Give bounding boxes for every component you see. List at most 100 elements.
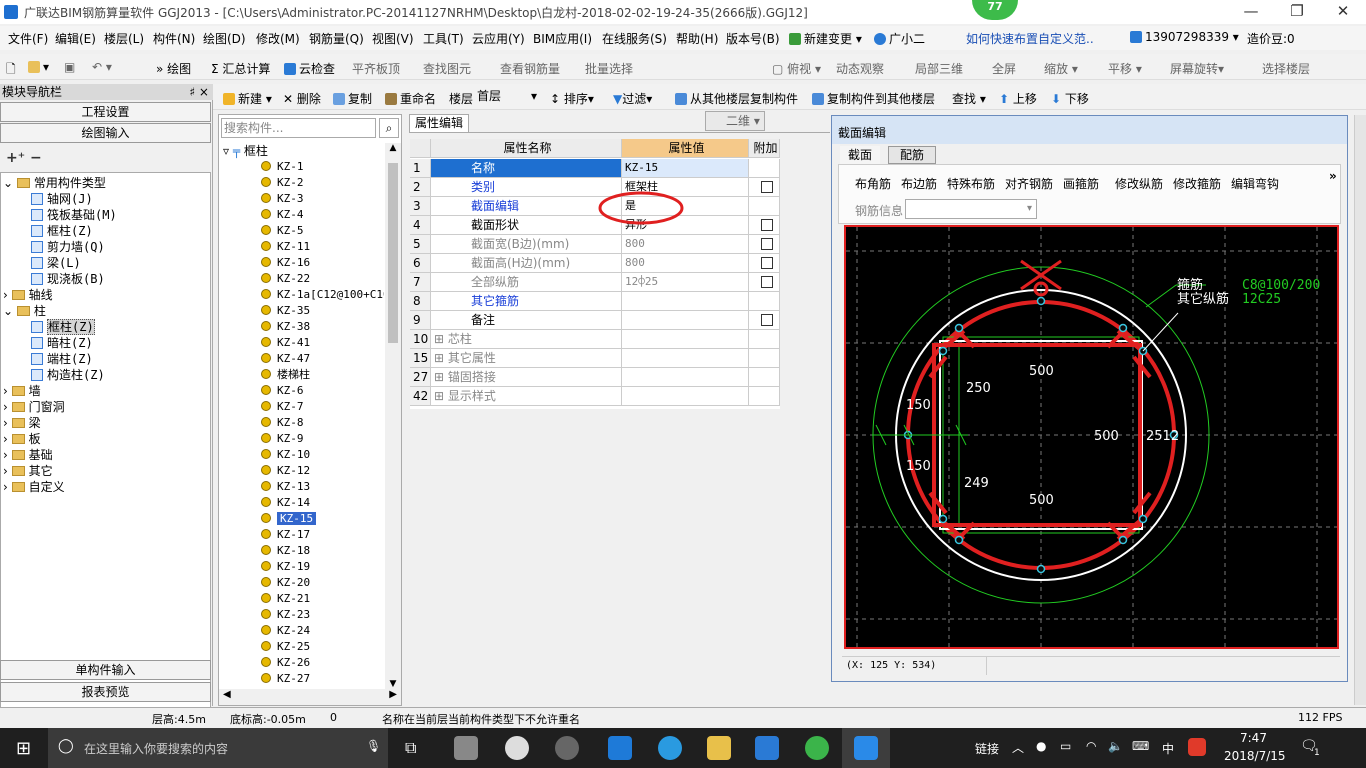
property-value-cell[interactable] bbox=[622, 311, 749, 330]
wifi-icon[interactable]: ◠ bbox=[1086, 739, 1096, 753]
glodon-app-icon[interactable] bbox=[755, 736, 779, 760]
attach-checkbox[interactable] bbox=[761, 314, 773, 326]
taskbar-search-box[interactable]: ◯ 在这里输入你要搜索的内容 🎙 bbox=[48, 728, 388, 768]
fullscreen-button[interactable]: 全屏 bbox=[992, 60, 1016, 77]
property-name-cell[interactable]: 备注 bbox=[431, 311, 622, 330]
property-name-cell[interactable]: ⊞ 其它属性 bbox=[431, 349, 622, 368]
component-list-item[interactable]: KZ-12 bbox=[261, 463, 310, 479]
zoom-button[interactable]: 缩放 ▾ bbox=[1044, 60, 1078, 77]
attach-cell[interactable] bbox=[749, 311, 780, 330]
menu-rebar-qty[interactable]: 钢筋量(Q) bbox=[309, 30, 364, 47]
component-list-item[interactable]: KZ-1 bbox=[261, 159, 304, 175]
nav-tree-item[interactable]: 梁(L) bbox=[31, 255, 81, 271]
component-list-item[interactable]: KZ-22 bbox=[261, 271, 310, 287]
nav-tree-item[interactable]: › 板 bbox=[3, 431, 41, 447]
clock-date[interactable]: 2018/7/15 bbox=[1224, 749, 1286, 763]
section-canvas[interactable]: 箍筋 其它纵筋 500 250 150 150 500 2512 249 500… bbox=[844, 225, 1339, 649]
menu-draw[interactable]: 绘图(D) bbox=[203, 30, 246, 47]
nav-tree-item[interactable]: 端柱(Z) bbox=[31, 351, 93, 367]
open-folder-icon[interactable]: ▾ bbox=[28, 60, 49, 74]
scroll-left-icon[interactable]: ◀ bbox=[223, 689, 231, 700]
internet-explorer-icon[interactable] bbox=[658, 736, 682, 760]
attach-cell[interactable] bbox=[749, 178, 780, 197]
modify-stirrup-button[interactable]: 修改箍筋 bbox=[1173, 175, 1221, 192]
windows-start-icon[interactable]: ⊞ bbox=[16, 738, 31, 759]
filter-button[interactable]: ▼过滤▾ bbox=[613, 90, 652, 107]
scroll-up-icon[interactable]: ▲ bbox=[385, 143, 401, 153]
maximize-button[interactable]: ❐ bbox=[1274, 0, 1320, 24]
tray-monitor-icon[interactable]: ▭ bbox=[1060, 739, 1071, 753]
pan-button[interactable]: 平移 ▾ bbox=[1108, 60, 1142, 77]
attach-checkbox[interactable] bbox=[761, 219, 773, 231]
file-explorer-icon[interactable] bbox=[707, 736, 731, 760]
align-slab-top-button[interactable]: 平齐板顶 bbox=[352, 60, 400, 77]
cloud-check-button[interactable]: 云检查 bbox=[284, 60, 335, 77]
attach-cell[interactable] bbox=[749, 159, 780, 178]
help-link[interactable]: 如何快速布置自定义范.. bbox=[966, 30, 1094, 47]
menu-component[interactable]: 构件(N) bbox=[153, 30, 195, 47]
property-name-cell[interactable]: ⊞ 锚固搭接 bbox=[431, 368, 622, 387]
menu-modify[interactable]: 修改(M) bbox=[256, 30, 300, 47]
attach-cell[interactable] bbox=[749, 292, 780, 311]
component-list-item[interactable]: KZ-47 bbox=[261, 351, 310, 367]
vertical-scrollbar[interactable]: ▲ ▼ bbox=[385, 143, 401, 689]
component-list-item[interactable]: KZ-15 bbox=[261, 511, 317, 527]
rebar-info-select[interactable]: ▾ bbox=[905, 199, 1037, 219]
move-down-button[interactable]: ⬇ 下移 bbox=[1051, 90, 1089, 107]
component-list-item[interactable]: KZ-25 bbox=[261, 639, 310, 655]
scroll-down-icon[interactable]: ▼ bbox=[385, 679, 401, 689]
component-list-item[interactable]: KZ-16 bbox=[261, 255, 310, 271]
special-rebar-button[interactable]: 特殊布筋 bbox=[947, 175, 995, 192]
expand-toggle-icon[interactable]: › bbox=[3, 448, 12, 462]
fan-app-icon[interactable] bbox=[454, 736, 478, 760]
component-list-item[interactable]: KZ-8 bbox=[261, 415, 304, 431]
nav-tree-item[interactable]: ⌄ 柱 bbox=[3, 303, 46, 319]
attach-cell[interactable] bbox=[749, 197, 780, 216]
nav-tree-item[interactable]: ⌄ 常用构件类型 bbox=[3, 175, 106, 191]
corner-rebar-button[interactable]: 布角筋 bbox=[855, 175, 891, 192]
nav-tree-item[interactable]: › 基础 bbox=[3, 447, 53, 463]
component-list-item[interactable]: KZ-17 bbox=[261, 527, 310, 543]
component-list-item[interactable]: KZ-5 bbox=[261, 223, 304, 239]
nav-tree-item[interactable]: › 墙 bbox=[3, 383, 41, 399]
single-component-input-button[interactable]: 单构件输入 bbox=[0, 660, 211, 680]
menu-cloud[interactable]: 云应用(Y) bbox=[472, 30, 525, 47]
attach-checkbox[interactable] bbox=[761, 238, 773, 250]
component-list-item[interactable]: KZ-3 bbox=[261, 191, 304, 207]
expand-toggle-icon[interactable]: › bbox=[3, 464, 12, 478]
menu-view[interactable]: 视图(V) bbox=[372, 30, 414, 47]
property-name-cell[interactable]: ⊞ 显示样式 bbox=[431, 387, 622, 406]
nav-tree-item[interactable]: 构造柱(Z) bbox=[31, 367, 105, 383]
app-spiral-icon[interactable] bbox=[555, 736, 579, 760]
property-name-cell[interactable]: 名称 bbox=[431, 159, 622, 178]
nav-tree-item[interactable]: › 梁 bbox=[3, 415, 41, 431]
new-component-button[interactable]: 新建 ▾ bbox=[223, 90, 272, 107]
expand-plus-icon[interactable]: ⊞ bbox=[434, 370, 448, 384]
component-list-item[interactable]: KZ-24 bbox=[261, 623, 310, 639]
attach-cell[interactable] bbox=[749, 273, 780, 292]
component-list-item[interactable]: KZ-11 bbox=[261, 239, 310, 255]
property-value-cell[interactable]: 800 bbox=[622, 235, 749, 254]
copy-from-floor-button[interactable]: 从其他楼层复制构件 bbox=[675, 90, 798, 107]
property-name-cell[interactable]: ⊞ 芯柱 bbox=[431, 330, 622, 349]
copy-button[interactable]: 复制 bbox=[333, 90, 372, 107]
property-name-cell[interactable]: 其它箍筋 bbox=[431, 292, 622, 311]
keyboard-icon[interactable]: ⌨ bbox=[1132, 739, 1149, 753]
attach-checkbox[interactable] bbox=[761, 276, 773, 288]
nav-tree-item[interactable]: › 轴线 bbox=[3, 287, 53, 303]
property-name-cell[interactable]: 全部纵筋 bbox=[431, 273, 622, 292]
menu-help[interactable]: 帮助(H) bbox=[676, 30, 718, 47]
nav-tree-item[interactable]: › 自定义 bbox=[3, 479, 65, 495]
nav-tree-item[interactable]: 框柱(Z) bbox=[31, 223, 93, 239]
menu-edit[interactable]: 编辑(E) bbox=[55, 30, 96, 47]
component-list-item[interactable]: KZ-21 bbox=[261, 591, 310, 607]
modify-long-rebar-button[interactable]: 修改纵筋 bbox=[1115, 175, 1163, 192]
component-list-item[interactable]: KZ-41 bbox=[261, 335, 310, 351]
attach-checkbox[interactable] bbox=[761, 257, 773, 269]
property-name-cell[interactable]: 截面编辑 bbox=[431, 197, 622, 216]
close-button[interactable]: ✕ bbox=[1320, 0, 1366, 24]
menu-online[interactable]: 在线服务(S) bbox=[602, 30, 667, 47]
expand-toggle-icon[interactable]: › bbox=[3, 480, 12, 494]
component-list-item[interactable]: KZ-10 bbox=[261, 447, 310, 463]
attach-cell[interactable] bbox=[749, 330, 780, 349]
